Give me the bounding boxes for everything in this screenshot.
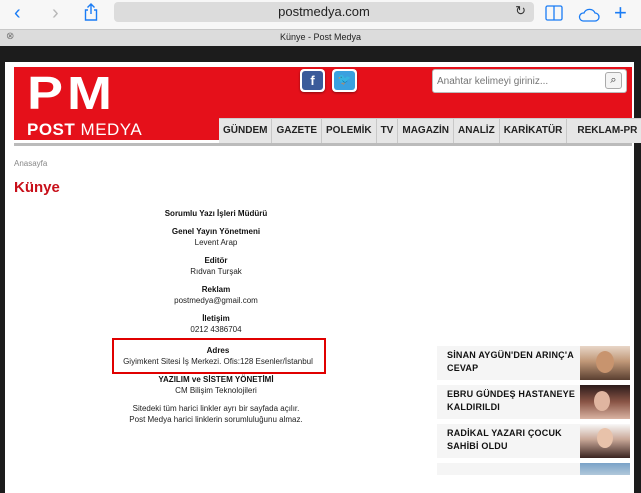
- kunye-footer: YAZILIM ve SİSTEM YÖNETİMİ CM Bilişim Te…: [110, 374, 322, 425]
- address-block: Adres Giyimkent Sitesi İş Merkezi. Ofis:…: [98, 345, 338, 367]
- breadcrumb[interactable]: Anasayfa: [14, 159, 47, 168]
- news-thumbnail[interactable]: [580, 463, 630, 475]
- news-item[interactable]: RADİKAL YAZARI ÇOCUK SAHİBİ OLDU: [437, 424, 630, 458]
- kunye-list: Sorumlu Yazı İşleri Müdürü Genel Yayın Y…: [110, 208, 322, 342]
- note-external-links: Sitedeki tüm harici linkler ayrı bir say…: [132, 404, 300, 413]
- facebook-icon[interactable]: f: [300, 69, 325, 92]
- search-box: ⌕: [432, 69, 627, 93]
- cloud-icon[interactable]: [578, 5, 600, 27]
- editor-title: Editör: [204, 256, 228, 265]
- nav-item-gundem[interactable]: GÜNDEM: [219, 119, 273, 143]
- nav-item-karikatur[interactable]: KARİKATÜR: [500, 119, 568, 143]
- genel-yayin-value: Levent Arap: [194, 238, 238, 247]
- yazilim-value: CM Bilişim Teknolojileri: [175, 386, 257, 395]
- news-item[interactable]: SİNAN AYGÜN'DEN ARINÇ'A CEVAP: [437, 346, 630, 380]
- page-title: Künye: [14, 179, 60, 196]
- news-thumbnail[interactable]: [580, 346, 630, 380]
- nav-item-polemik[interactable]: POLEMİK: [322, 119, 377, 143]
- adres-value: Giyimkent Sitesi İş Merkezi. Ofis:128 Es…: [123, 357, 313, 366]
- reklam-title: Reklam: [201, 285, 231, 294]
- logo-medya: MEDYA: [80, 120, 143, 139]
- search-input[interactable]: [437, 74, 597, 89]
- logo-post: POST: [27, 120, 76, 139]
- news-title[interactable]: SİNAN AYGÜN'DEN ARINÇ'A CEVAP: [447, 349, 577, 375]
- tab-title[interactable]: Künye - Post Medya: [0, 32, 641, 42]
- news-thumbnail[interactable]: [580, 385, 630, 419]
- iletisim-title: İletişim: [202, 314, 230, 323]
- nav-item-analiz[interactable]: ANALİZ: [454, 119, 500, 143]
- logo-subtitle: POST MEDYA: [27, 121, 167, 138]
- site-logo[interactable]: PM POST MEDYA: [27, 68, 167, 138]
- logo-pm: PM: [27, 68, 116, 120]
- nav-item-magazin[interactable]: MAGAZİN: [398, 119, 455, 143]
- genel-yayin-title: Genel Yayın Yönetmeni: [171, 227, 261, 236]
- forward-icon[interactable]: ›: [52, 2, 59, 24]
- news-title[interactable]: EBRU GÜNDEŞ HASTANEYE KALDIRILDI: [447, 388, 577, 414]
- sorumlu-title: Sorumlu Yazı İşleri Müdürü: [164, 209, 268, 218]
- reklam-email[interactable]: postmedya@gmail.com: [110, 295, 322, 306]
- nav-item-tv[interactable]: TV: [377, 119, 399, 143]
- yazilim-title: YAZILIM ve SİSTEM YÖNETİMİ: [158, 375, 274, 384]
- iletisim-phone[interactable]: 0212 4386704: [110, 324, 322, 335]
- nav-item-gazete[interactable]: GAZETE: [272, 119, 323, 143]
- page-top-frame: [0, 46, 641, 62]
- url-text: postmedya.com: [278, 4, 370, 19]
- note-responsibility: Post Medya harici linklerin sorumluluğun…: [129, 415, 303, 424]
- main-nav: GÜNDEM GAZETE POLEMİK TV MAGAZİN ANALİZ …: [219, 118, 641, 143]
- news-thumbnail[interactable]: [580, 424, 630, 458]
- editor-value: Rıdvan Turşak: [190, 267, 242, 276]
- tab-bar: ⊗ Künye - Post Medya: [0, 29, 641, 46]
- header-divider: [14, 143, 632, 146]
- browser-toolbar: ‹ › postmedya.com ↻ +: [0, 0, 641, 29]
- site-header: PM POST MEDYA f 🐦 ⌕ GÜNDEM GAZETE POLEMİ…: [5, 62, 641, 148]
- bookmarks-icon[interactable]: [545, 4, 563, 26]
- news-item[interactable]: EBRU GÜNDEŞ HASTANEYE KALDIRILDI: [437, 385, 630, 419]
- share-icon[interactable]: [84, 3, 98, 26]
- news-title[interactable]: RADİKAL YAZARI ÇOCUK SAHİBİ OLDU: [447, 427, 577, 453]
- news-item[interactable]: [437, 463, 630, 475]
- adres-title: Adres: [206, 346, 230, 355]
- new-tab-icon[interactable]: +: [614, 2, 627, 24]
- reload-icon[interactable]: ↻: [515, 3, 526, 19]
- nav-item-reklam-pr[interactable]: REKLAM-PR: [567, 119, 641, 143]
- twitter-icon[interactable]: 🐦: [332, 69, 357, 92]
- back-icon[interactable]: ‹: [14, 2, 21, 24]
- address-bar[interactable]: postmedya.com ↻: [114, 2, 534, 22]
- search-icon[interactable]: ⌕: [605, 72, 622, 89]
